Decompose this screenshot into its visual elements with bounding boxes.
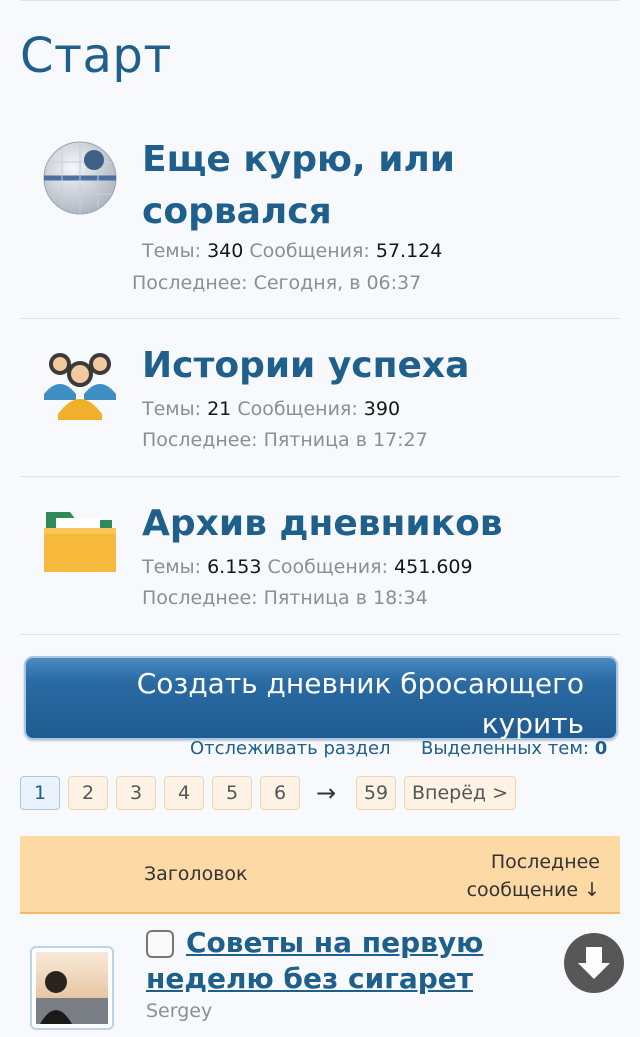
forum-stats: Темы: 6.153 Сообщения: 451.609 [142,556,473,578]
page-title: Старт [20,28,172,84]
last-post-link[interactable]: Последнее: Пятница в 18:34 [142,587,428,609]
page-link-1[interactable]: 1 [20,776,60,810]
page-link-2[interactable]: 2 [68,776,108,810]
top-divider [20,0,620,1]
threads-label: Темы: [142,240,202,262]
forum-stats: Темы: 21 Сообщения: 390 [142,398,400,420]
page-link-4[interactable]: 4 [164,776,204,810]
messages-label: Сообщения: [249,240,370,262]
forum-title[interactable]: Архив дневников [142,498,612,550]
messages-count: 57.124 [375,240,443,262]
divider [20,318,620,319]
forum-row-diary-archive: Архив дневников Темы: 6.153 Сообщения: 4… [20,488,620,628]
watch-forum-link[interactable]: Отслеживать раздел [190,738,391,759]
threads-count: 6.153 [207,556,262,578]
people-group-icon [40,344,120,424]
page-link-last[interactable]: 59 [356,776,396,810]
messages-count: 451.609 [394,556,473,578]
next-page-button[interactable]: Вперёд > [404,776,516,810]
forum-title[interactable]: Еще курю, или сорвался [142,134,612,238]
page-link-3[interactable]: 3 [116,776,156,810]
selected-threads-link[interactable]: Выделенных тем: 0 [421,738,607,759]
threads-label: Темы: [142,398,202,420]
divider [20,476,620,477]
forum-stats: Темы: 340 Сообщения: 57.124 [142,240,442,262]
column-last-post-header[interactable]: Последнее сообщение ↓ [420,848,600,904]
page-link-6[interactable]: 6 [260,776,300,810]
messages-label: Сообщения: [237,398,358,420]
thread-title-link[interactable]: Советы на первую неделю без сигарет [146,925,526,997]
create-diary-button[interactable]: Создать дневник бросающего курить [24,656,618,740]
divider [20,634,620,635]
selected-threads-label: Выделенных тем: [421,738,589,759]
forum-row-still-smoking: Еще курю, или сорвался Темы: 340 Сообщен… [20,130,620,310]
scroll-down-button[interactable] [564,933,624,993]
radar-icon [40,138,120,218]
column-title-header[interactable]: Заголовок [144,863,248,885]
last-post-link[interactable]: Последнее: Пятница в 17:27 [142,429,428,451]
threads-label: Темы: [142,556,202,578]
thread-list-header: Заголовок Последнее сообщение ↓ [20,836,620,914]
page-gap-arrow: → [316,779,337,807]
last-post-link[interactable]: Последнее: Сегодня, в 06:37 [132,272,421,294]
threads-count: 340 [207,240,244,262]
forum-title[interactable]: Истории успеха [142,340,612,392]
forum-row-success-stories: Истории успеха Темы: 21 Сообщения: 390 П… [20,330,620,470]
avatar[interactable] [30,946,114,1030]
thread-author[interactable]: Sergey [146,1000,212,1022]
arrow-down-icon [578,947,610,979]
messages-label: Сообщения: [267,556,388,578]
folder-icon [40,498,120,578]
selected-threads-count: 0 [594,738,608,759]
page-link-5[interactable]: 5 [212,776,252,810]
messages-count: 390 [363,398,401,420]
threads-count: 21 [207,398,232,420]
